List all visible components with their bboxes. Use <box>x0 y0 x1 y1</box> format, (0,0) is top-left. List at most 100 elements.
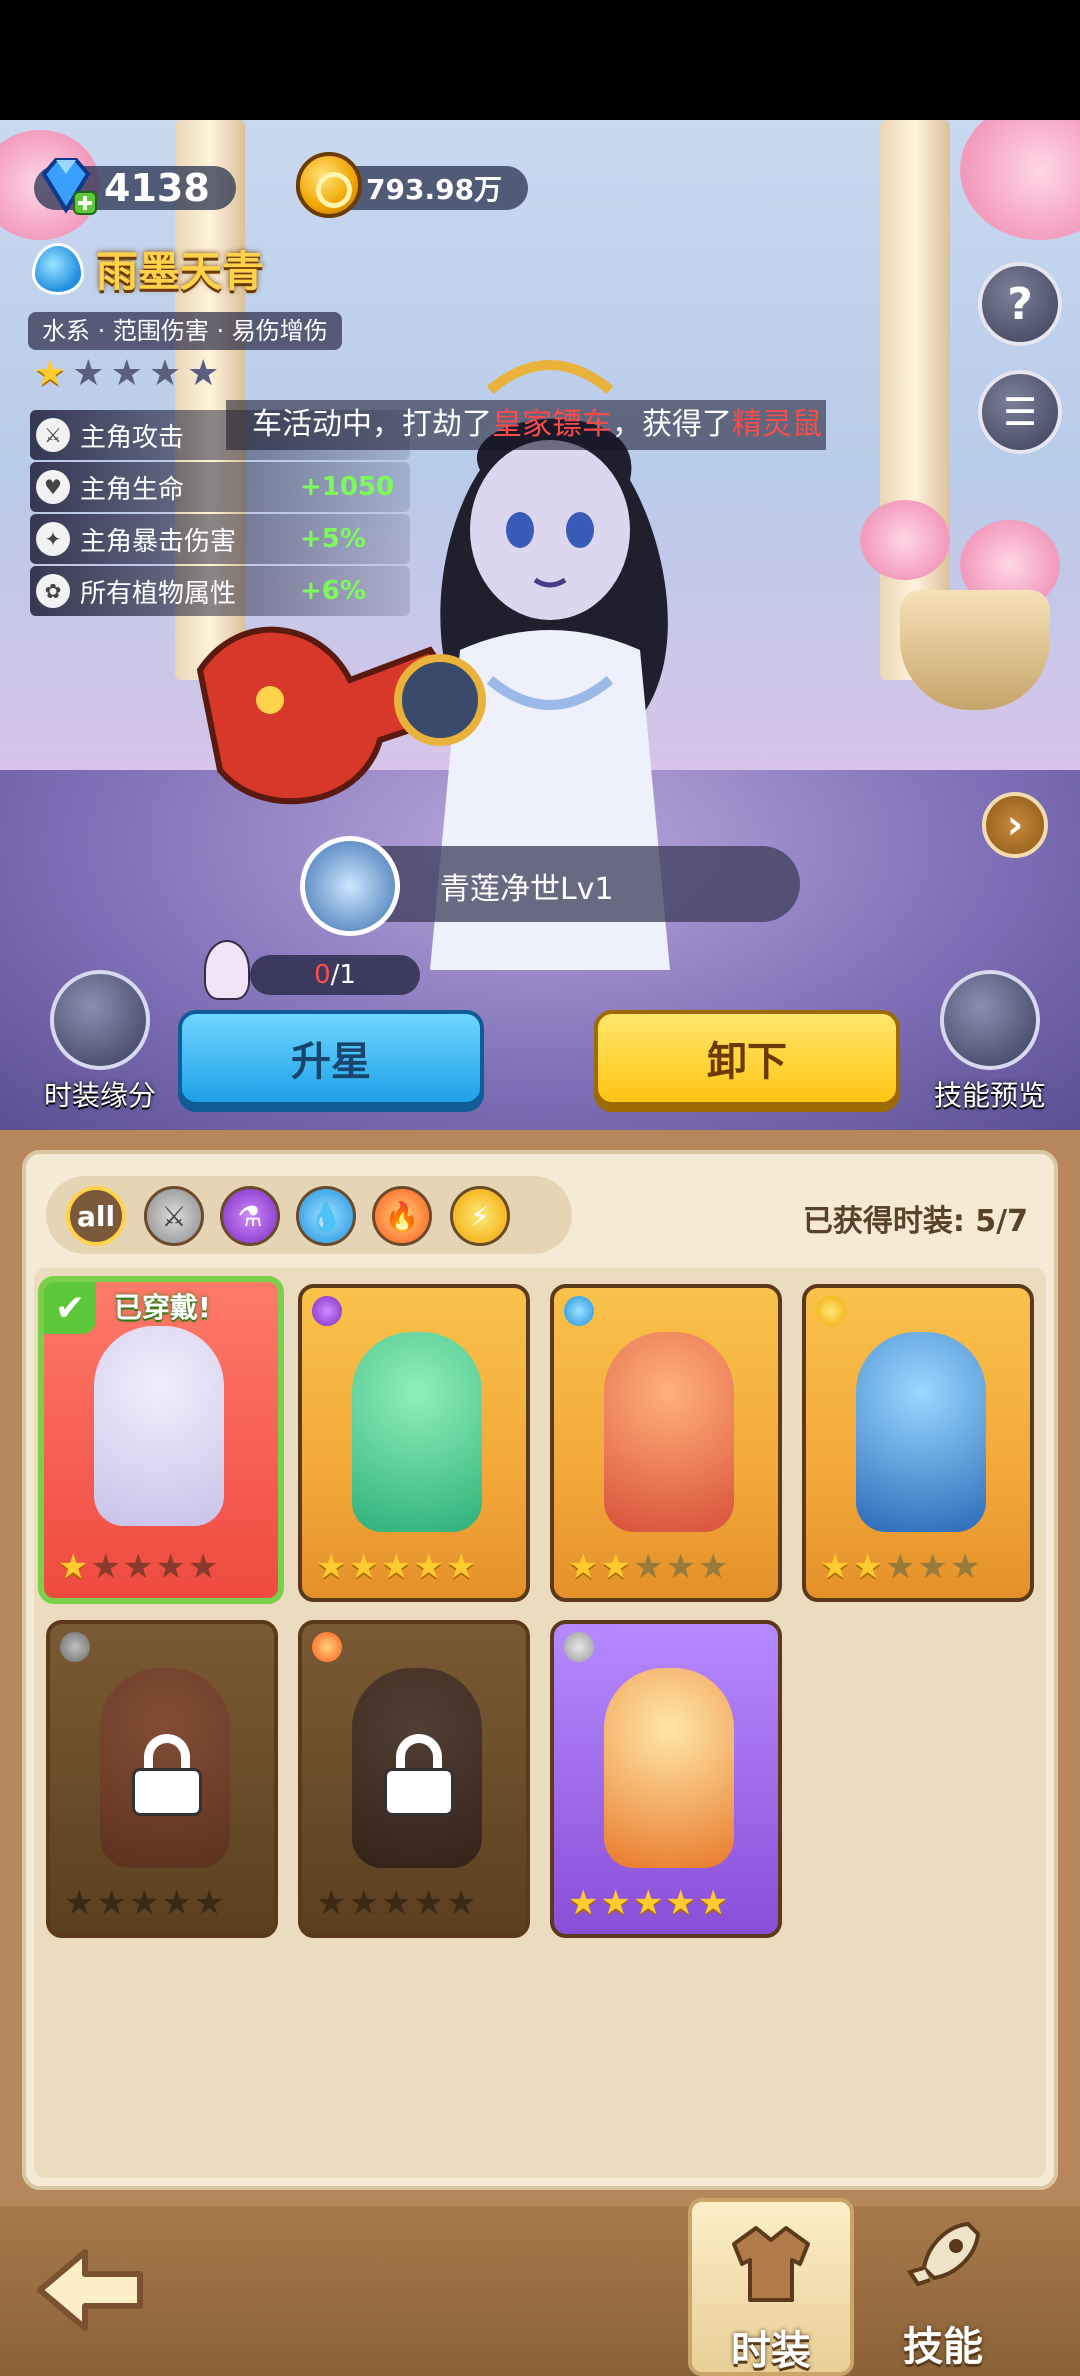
metal-element-icon[interactable]: ⚔ <box>144 1186 204 1246</box>
poison-element-icon[interactable]: ⚗ <box>220 1186 280 1246</box>
star-empty-icon: ★ <box>96 1883 127 1923</box>
dragon-weapon <box>196 626 486 805</box>
hero-scene: 4138 793.98万 雨墨天青 水系 · 范围伤害 · 易伤增伤 ★ ★ ★… <box>0 120 1080 1130</box>
star-empty-icon: ★ <box>193 1883 225 1923</box>
attribute-name: 主角暴击伤害 <box>80 526 237 557</box>
back-arrow-icon[interactable] <box>30 2240 150 2340</box>
attribute-name: 主角生命 <box>80 474 185 505</box>
costume-card[interactable]: ★ ★ ★ ★ ★ <box>802 1284 1034 1602</box>
diamond-plus-icon <box>41 158 97 215</box>
costume-card-locked[interactable]: ★ ★ ★ ★ ★ <box>298 1620 530 1938</box>
ticker-highlight: 精灵鼠 <box>732 407 822 442</box>
heart-icon: ♥ <box>36 470 70 504</box>
star-empty-icon: ★ <box>72 353 105 394</box>
star-filled-icon: ★ <box>568 1883 599 1923</box>
ticker-highlight: 皇家镖车 <box>492 407 612 442</box>
water-element-icon[interactable]: 💧 <box>296 1186 356 1246</box>
menu-button[interactable]: ☰ <box>978 370 1062 454</box>
status-bar <box>0 0 1080 120</box>
attribute-row: ✿ 所有植物属性 +6% <box>30 566 410 616</box>
costume-stars: ★ ★ ★ ★ ★ <box>316 1550 476 1584</box>
tab-skill[interactable]: 技能 <box>860 2198 1026 2376</box>
star-filled-icon: ★ <box>632 1883 664 1923</box>
costume-card[interactable]: ★ ★ ★ ★ ★ <box>550 1620 782 1938</box>
skill-preview-label: 技能预览 <box>933 1079 1046 1112</box>
hero-star-rating: ★ ★ ★ ★ ★ <box>34 356 219 392</box>
blossom-decoration <box>960 120 1080 240</box>
attribute-value: +1050 <box>300 472 395 502</box>
fire-element-icon[interactable]: 🔥 <box>372 1186 432 1246</box>
flower-decoration <box>860 500 950 580</box>
checkmark-icon: ✔ <box>44 1282 96 1334</box>
thunder-element-icon[interactable]: ⚡ <box>450 1186 510 1246</box>
tab-costume-label: 时装 <box>731 2328 811 2374</box>
star-empty-icon: ★ <box>155 1547 186 1587</box>
costume-stars: ★ ★ ★ ★ ★ <box>820 1550 980 1584</box>
star-filled-icon: ★ <box>58 1547 89 1587</box>
star-empty-icon: ★ <box>413 1883 444 1923</box>
lock-icon <box>384 1734 454 1816</box>
star-empty-icon: ★ <box>148 353 182 394</box>
costume-card[interactable]: ★ ★ ★ ★ ★ <box>298 1284 530 1602</box>
star-filled-icon: ★ <box>852 1547 883 1587</box>
star-filled-icon: ★ <box>413 1547 444 1587</box>
rocket-icon <box>906 2221 981 2287</box>
costume-skill-chip[interactable]: 青莲净世Lv1 <box>300 836 800 936</box>
star-empty-icon: ★ <box>665 1547 696 1587</box>
star-empty-icon: ★ <box>122 1547 154 1587</box>
costume-bond-button[interactable]: 时装缘分 <box>10 970 190 1114</box>
star-empty-icon: ★ <box>90 1547 121 1587</box>
star-filled-icon: ★ <box>820 1547 851 1587</box>
star-empty-icon: ★ <box>917 1547 948 1587</box>
gem-counter[interactable]: 4138 <box>34 158 236 216</box>
star-empty-icon: ★ <box>161 1883 192 1923</box>
poison-element-icon <box>312 1296 342 1326</box>
star-empty-icon: ★ <box>316 1883 347 1923</box>
video-camera-icon <box>940 970 1040 1070</box>
costume-stars: ★ ★ ★ ★ ★ <box>58 1550 218 1584</box>
star-empty-icon: ★ <box>697 1547 729 1587</box>
star-empty-icon: ★ <box>949 1547 981 1587</box>
star-filled-icon: ★ <box>348 1547 379 1587</box>
water-element-icon <box>32 242 84 295</box>
bond-icon <box>50 970 150 1070</box>
broadcast-ticker: 车活动中，打劫了皇家镖车，获得了精灵鼠 <box>226 400 826 450</box>
costume-card-locked[interactable]: ★ ★ ★ ★ ★ <box>46 1620 278 1938</box>
flower-vase <box>900 590 1050 710</box>
skill-preview-button[interactable]: 技能预览 <box>900 970 1080 1114</box>
skill-avatar <box>300 836 400 936</box>
filter-all-button[interactable]: all <box>66 1186 126 1246</box>
upgrade-star-button[interactable]: 升星 <box>178 1010 484 1106</box>
ticker-text: 车活动中，打劫了 <box>252 407 492 442</box>
costume-card[interactable]: ★ ★ ★ ★ ★ <box>550 1284 782 1602</box>
costume-portrait <box>94 1326 224 1526</box>
coin-counter[interactable]: 793.98万 <box>296 152 529 218</box>
crit-icon: ✦ <box>36 522 70 556</box>
star-empty-icon: ★ <box>445 1883 477 1923</box>
fragment-icon <box>204 940 250 1000</box>
costume-card-equipped[interactable]: ✔ 已穿戴! ★ ★ ★ ★ ★ <box>38 1276 284 1604</box>
sword-icon: ⚔ <box>36 418 70 452</box>
water-element-icon <box>564 1296 594 1326</box>
unequip-button[interactable]: 卸下 <box>594 1010 900 1106</box>
attribute-value: +5% <box>300 524 366 554</box>
fragment-current: 0 <box>314 960 331 990</box>
costume-portrait <box>604 1332 734 1532</box>
metal-element-icon <box>60 1632 90 1662</box>
lock-icon <box>132 1734 202 1816</box>
fire-element-icon <box>312 1632 342 1662</box>
star-empty-icon: ★ <box>884 1547 916 1587</box>
star-empty-icon: ★ <box>632 1547 664 1587</box>
star-empty-icon: ★ <box>128 1883 160 1923</box>
help-button[interactable]: ? <box>978 262 1062 346</box>
costume-stars: ★ ★ ★ ★ ★ <box>568 1886 728 1920</box>
tab-skill-label: 技能 <box>903 2324 983 2370</box>
next-button[interactable]: › <box>982 792 1048 858</box>
tab-costume[interactable]: 时装 <box>688 2198 854 2376</box>
star-filled-icon: ★ <box>380 1547 412 1587</box>
ticker-text: ，获得了 <box>612 407 732 442</box>
star-empty-icon: ★ <box>380 1883 412 1923</box>
chevron-right-icon: › <box>1006 802 1024 848</box>
owned-costume-count: 已获得时装: 5/7 <box>802 1204 1028 1239</box>
costume-portrait <box>604 1668 734 1868</box>
